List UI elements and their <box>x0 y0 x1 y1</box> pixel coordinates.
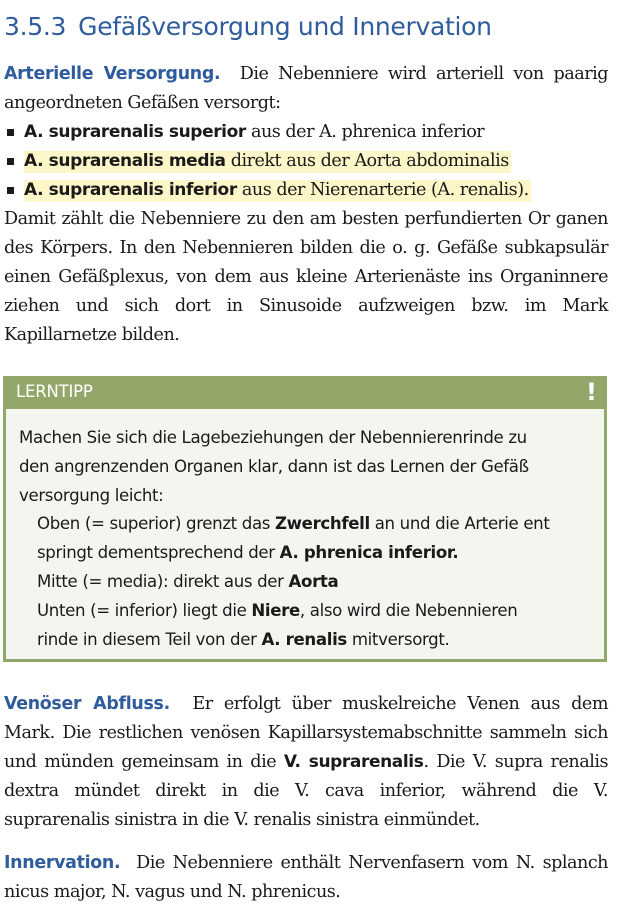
tip-intro-line: den angrenzenden Organen klar, dann ist … <box>19 456 529 476</box>
tip-text: mitversorgt. <box>346 629 450 649</box>
page: 3.5.3 Gefäßversorgung und Innervation Art… <box>0 0 617 915</box>
tip-bold-term: A. renalis <box>261 629 348 649</box>
venous-bold-term: V. suprarenalis <box>283 752 424 772</box>
list-item: A. suprarenalis inferior aus der Nierena… <box>4 176 608 205</box>
bullet-square-icon <box>7 187 14 194</box>
list-item-text: aus der A. phrenica inferior <box>250 122 485 142</box>
list-item-text: direkt aus der Aorta abdominalis <box>230 151 510 171</box>
tip-inferior-line: rinde in diesem Teil von der A. renalis … <box>19 626 599 655</box>
section-heading: 3.5.3 Gefäßversorgung und Innervation <box>4 12 492 41</box>
tip-superior-line: Oben (= superior) grenzt das Zwerchfell … <box>19 510 599 539</box>
learning-tip-title: LERNTIPP <box>16 382 93 401</box>
tip-superior-line: springt dementsprechend der A. phrenica … <box>19 539 599 568</box>
innervation-paragraph: Innervation. Die Nebenniere enthält Nerv… <box>4 849 609 907</box>
arterial-list: A. suprarenalis superior aus der A. phre… <box>4 118 608 205</box>
bullet-square-icon <box>7 158 14 165</box>
tip-bold-term: Aorta <box>288 571 339 591</box>
tip-text: rinde in diesem Teil von der <box>37 629 262 649</box>
bullet-square-icon <box>7 129 14 136</box>
tip-intro-line: Machen Sie sich die Lagebeziehungen der … <box>19 428 527 447</box>
tip-text: springt dementsprechend der <box>37 543 280 563</box>
tip-media-line: Mitte (= media): direkt aus der Aorta <box>19 568 599 597</box>
tip-text: , also wird die Nebennieren <box>299 600 518 620</box>
highlighted-text: A. suprarenalis media direkt aus der Aor… <box>24 151 511 173</box>
tip-text: Oben (= superior) grenzt das <box>37 514 275 534</box>
section-title: Gefäßversorgung und Innervation <box>78 12 492 41</box>
highlighted-text: A. suprarenalis inferior aus der Nierena… <box>24 180 531 202</box>
venous-label: Venöser Abfluss. <box>4 694 170 714</box>
tip-inferior-line: Unten (= inferior) liegt die Niere, also… <box>19 597 599 626</box>
tip-intro-line: versorgung leicht: <box>19 485 164 505</box>
section-number: 3.5.3 <box>4 12 67 41</box>
exclamation-icon: ! <box>586 378 597 406</box>
arterial-intro-paragraph: Arterielle Versorgung. Die Nebenniere wi… <box>4 60 609 118</box>
innervation-label: Innervation. <box>4 853 121 873</box>
learning-tip-body: Machen Sie sich die Lagebeziehungen der … <box>19 424 599 654</box>
tip-bold-term: Niere <box>251 600 300 620</box>
learning-tip-header: LERNTIPP ! <box>6 378 604 409</box>
learning-tip-box: LERNTIPP ! Machen Sie sich die Lagebezie… <box>3 376 607 662</box>
list-item-term: A. suprarenalis media <box>24 151 226 171</box>
tip-text: Unten (= inferior) liegt die <box>37 600 252 620</box>
list-item-text: aus der Nierenarterie (A. renalis). <box>241 180 529 200</box>
list-item-term: A. suprarenalis superior <box>24 122 246 142</box>
tip-bold-term: Zwerchfell <box>275 514 370 534</box>
list-item-term: A. suprarenalis inferior <box>24 180 237 200</box>
venous-paragraph: Venöser Abfluss. Er erfolgt über muskelr… <box>4 690 609 835</box>
tip-text: Mitte (= media): direkt aus der <box>37 571 289 591</box>
arterial-outro-paragraph: Damit zählt die Nebenniere zu den am bes… <box>4 209 609 345</box>
tip-text: an und die Arterie ent <box>369 514 550 534</box>
tip-bold-term: A. phrenica inferior. <box>279 543 459 563</box>
list-item: A. suprarenalis media direkt aus der Aor… <box>4 147 608 176</box>
arterial-label: Arterielle Versorgung. <box>4 64 221 84</box>
list-item: A. suprarenalis superior aus der A. phre… <box>4 118 608 147</box>
